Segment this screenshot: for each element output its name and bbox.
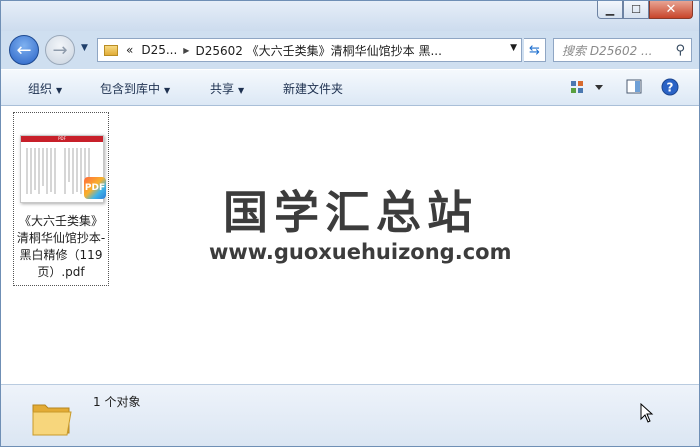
minimize-button[interactable]: ▁ bbox=[597, 1, 623, 19]
file-name-label[interactable]: 《大六壬类集》清桐华仙馆抄本-黑白精修（119页）.pdf bbox=[14, 213, 108, 281]
breadcrumb-item-parent[interactable]: D25... bbox=[141, 43, 177, 57]
address-bar[interactable]: « D25... ▶ D25602 《大六壬类集》清桐华仙馆抄本 黑... ▼ bbox=[97, 38, 522, 62]
chevron-down-icon: ▼ bbox=[238, 86, 245, 95]
minimize-icon: ▁ bbox=[605, 3, 615, 16]
item-count: 1 个对象 bbox=[93, 395, 141, 409]
file-list-area[interactable]: PDF PDF 《大六壬类集》清桐华仙馆抄本-黑白精修（119页）.pdf 国学… bbox=[1, 106, 699, 384]
watermark-url: www.guoxuehuizong.com bbox=[209, 240, 512, 264]
arrow-right-icon: → bbox=[52, 39, 68, 61]
forward-button[interactable]: → bbox=[45, 35, 75, 65]
recent-pages-button[interactable]: ▼ bbox=[81, 43, 88, 53]
organize-menu[interactable]: 组织 ▼ bbox=[28, 80, 62, 97]
navigation-bar: ← → ▼ « D25... ▶ D25602 《大六壬类集》清桐华仙馆抄本 黑… bbox=[1, 31, 699, 69]
pdf-badge-icon: PDF bbox=[84, 177, 106, 199]
maximize-icon: ☐ bbox=[631, 3, 641, 16]
command-bar: 组织 ▼ 包含到库中 ▼ 共享 ▼ 新建文件夹 ? bbox=[1, 69, 699, 106]
refresh-button[interactable]: ⇆ bbox=[524, 38, 546, 62]
arrow-left-icon: ← bbox=[16, 39, 32, 61]
preview-pane-icon bbox=[626, 79, 642, 94]
breadcrumb-item-current[interactable]: D25602 《大六壬类集》清桐华仙馆抄本 黑... bbox=[195, 42, 442, 59]
maximize-button[interactable]: ☐ bbox=[623, 1, 649, 19]
help-icon: ? bbox=[661, 78, 679, 96]
file-item-pdf[interactable]: PDF PDF 《大六壬类集》清桐华仙馆抄本-黑白精修（119页）.pdf bbox=[13, 112, 109, 286]
address-dropdown-icon[interactable]: ▼ bbox=[510, 43, 517, 53]
mouse-cursor-icon bbox=[640, 403, 654, 423]
explorer-window: ▁ ☐ ✕ ← → ▼ « D25... ▶ D25602 《大六壬类集》清桐华… bbox=[0, 0, 700, 447]
search-icon[interactable]: ⚲ bbox=[675, 43, 685, 58]
share-label: 共享 bbox=[210, 82, 235, 96]
close-button[interactable]: ✕ bbox=[649, 1, 693, 19]
chevron-down-icon: ▼ bbox=[81, 43, 88, 53]
chevron-down-icon: ▼ bbox=[56, 86, 63, 95]
back-button[interactable]: ← bbox=[9, 35, 39, 65]
help-button[interactable]: ? bbox=[661, 78, 679, 99]
chevron-down-icon: ▼ bbox=[164, 86, 171, 95]
include-in-library-menu[interactable]: 包含到库中 ▼ bbox=[100, 80, 170, 97]
close-icon: ✕ bbox=[665, 2, 677, 17]
new-folder-label: 新建文件夹 bbox=[283, 82, 344, 96]
chevron-right-icon[interactable]: ▶ bbox=[183, 46, 189, 55]
preview-pane-button[interactable] bbox=[625, 78, 643, 99]
search-input[interactable]: 搜索 D25602 ... bbox=[562, 42, 675, 59]
watermark-title: 国学汇总站 bbox=[223, 186, 479, 239]
new-folder-button[interactable]: 新建文件夹 bbox=[283, 80, 343, 97]
change-view-button[interactable] bbox=[569, 78, 605, 99]
refresh-icon: ⇆ bbox=[529, 42, 540, 58]
folder-icon bbox=[104, 44, 118, 56]
organize-label: 组织 bbox=[28, 82, 53, 96]
svg-text:?: ? bbox=[667, 81, 674, 95]
include-in-library-label: 包含到库中 bbox=[100, 82, 161, 96]
view-grid-icon bbox=[571, 81, 603, 93]
share-menu[interactable]: 共享 ▼ bbox=[210, 80, 244, 97]
details-pane: 1 个对象 bbox=[1, 384, 699, 446]
search-box[interactable]: 搜索 D25602 ... ⚲ bbox=[553, 38, 692, 62]
folder-icon bbox=[32, 404, 72, 436]
breadcrumb-overflow[interactable]: « bbox=[126, 43, 133, 57]
title-bar[interactable]: ▁ ☐ ✕ bbox=[1, 1, 699, 31]
caption-buttons: ▁ ☐ ✕ bbox=[597, 1, 693, 19]
